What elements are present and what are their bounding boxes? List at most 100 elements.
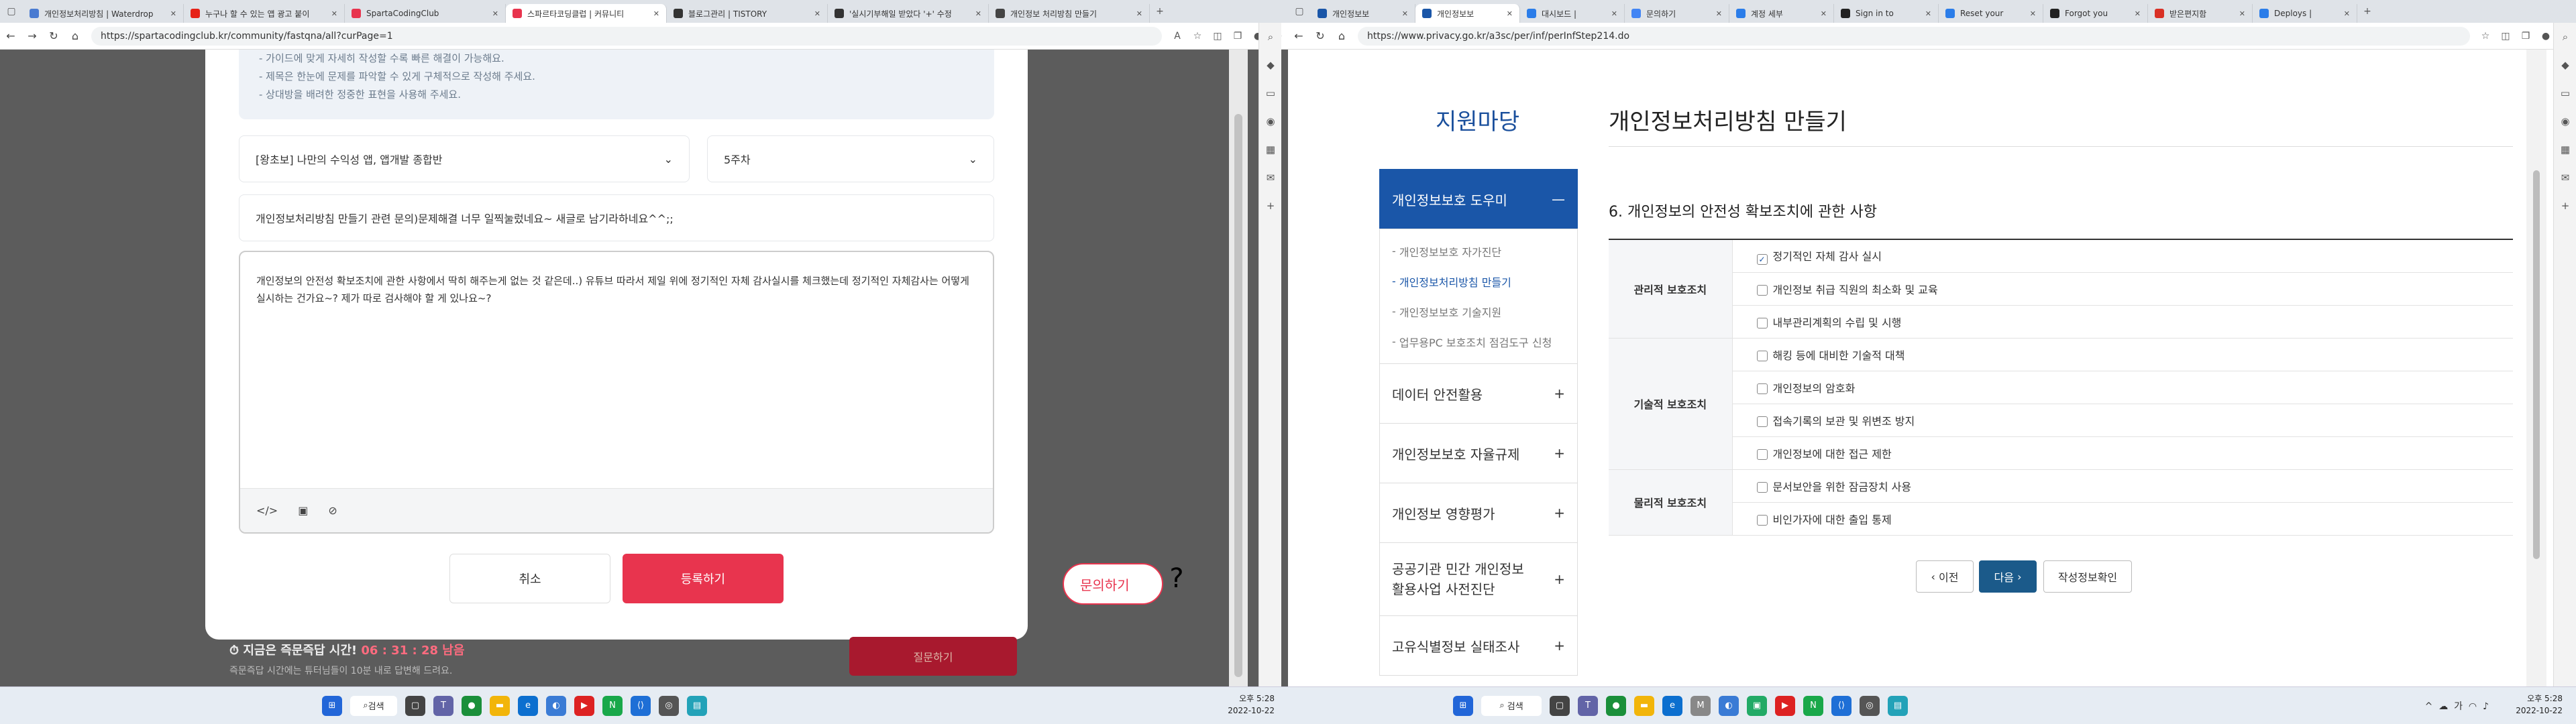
close-icon[interactable]: ✕	[2239, 9, 2245, 18]
tab[interactable]: 블로그관리 | TISTORY ✕	[667, 4, 828, 23]
store-icon[interactable]: ▣	[1747, 695, 1767, 716]
office-icon[interactable]: ▦	[2554, 135, 2576, 164]
option-cell[interactable]: 문서보안을 위한 잠금장치 사용	[1732, 469, 2513, 503]
search-box[interactable]: ⌕ 검색	[1481, 695, 1542, 716]
tab[interactable]: 누구나 할 수 있는 앱 광고 붙이 ✕	[184, 4, 345, 23]
tab[interactable]: Forgot you ✕	[2043, 4, 2148, 23]
read-aloud-icon[interactable]: A	[1167, 31, 1187, 42]
option-cell[interactable]: 개인정보 취급 직원의 최소화 및 교육	[1732, 272, 2513, 306]
outlook-icon[interactable]: ✉	[1259, 164, 1282, 192]
body-editor[interactable]: 개인정보의 안전성 확보조치에 관한 사항에서 딱히 해주는게 없는 것 같은데…	[239, 251, 994, 534]
left-scrollbar[interactable]	[1229, 50, 1248, 686]
collections-icon[interactable]: ❐	[1228, 31, 1248, 42]
notepad-icon[interactable]: ▤	[1888, 695, 1908, 716]
attach-icon[interactable]: ⊘	[328, 504, 337, 517]
option-cell[interactable]: 개인정보에 대한 접근 제한	[1732, 436, 2513, 470]
edge-icon[interactable]: e	[1662, 695, 1682, 716]
tab[interactable]: 받은편지함 ✕	[2148, 4, 2253, 23]
split-icon[interactable]: ◫	[1208, 31, 1228, 42]
games-icon[interactable]: ◉	[1259, 107, 1282, 135]
workspaces-icon[interactable]: ▢	[1288, 6, 1311, 17]
tab[interactable]: 계정 세부 ✕	[1729, 4, 1834, 23]
mail-icon[interactable]: M	[1690, 695, 1711, 716]
tab[interactable]: '실시기부해일 받았다 '+' 수정 ✕	[828, 4, 989, 23]
close-icon[interactable]: ✕	[170, 9, 176, 18]
cancel-button[interactable]: 취소	[449, 554, 610, 603]
next-button[interactable]: 다음 ›	[1979, 560, 2037, 593]
tab[interactable]: 문의하기 ✕	[1625, 4, 1729, 23]
home-icon[interactable]: ⌂	[1331, 29, 1352, 42]
teams-icon[interactable]: T	[1578, 695, 1598, 716]
tab[interactable]: 대시보드 | ✕	[1520, 4, 1625, 23]
checkbox[interactable]	[1756, 448, 1768, 460]
vscode-icon[interactable]: ⟨⟩	[631, 695, 651, 716]
close-icon[interactable]: ✕	[1716, 9, 1722, 18]
start-icon[interactable]: ⊞	[1453, 695, 1473, 716]
close-icon[interactable]: ✕	[331, 9, 337, 18]
tab[interactable]: SpartaCodingClub ✕	[345, 4, 506, 23]
close-icon[interactable]: ✕	[2344, 9, 2350, 18]
tab[interactable]: 개인정보보 ✕	[1311, 4, 1415, 23]
refresh-icon[interactable]: ↻	[1309, 29, 1331, 42]
vscode-icon[interactable]: ⟨⟩	[1831, 695, 1851, 716]
back-icon[interactable]: ←	[1288, 29, 1309, 42]
chat-icon[interactable]: ●	[1606, 695, 1626, 716]
code-icon[interactable]: </>	[256, 504, 278, 517]
ask-bg-button[interactable]: 질문하기	[849, 637, 1017, 676]
games-icon[interactable]: ◉	[2554, 107, 2576, 135]
checkbox[interactable]	[1756, 350, 1768, 361]
briefcase-icon[interactable]: ▭	[1259, 79, 1282, 107]
home-icon[interactable]: ⌂	[64, 29, 86, 42]
week-select[interactable]: 5주차 ⌄	[707, 135, 994, 182]
ask-float-button[interactable]: 문의하기	[1063, 563, 1163, 605]
lnb-item[interactable]: 개인정보 영향평가 +	[1379, 483, 1578, 543]
lnb-item[interactable]: 데이터 안전활용 +	[1379, 363, 1578, 424]
close-icon[interactable]: ✕	[492, 9, 498, 18]
favorite-icon[interactable]: ☆	[2475, 31, 2496, 42]
tab[interactable]: 개인정보 처리방침 만들기 ✕	[989, 4, 1150, 23]
tab[interactable]: 개인정보처리방침 | Waterdrop ✕	[23, 4, 184, 23]
favorite-icon[interactable]: ☆	[1187, 31, 1208, 42]
naver-icon[interactable]: N	[602, 695, 623, 716]
new-tab-icon[interactable]: +	[2357, 6, 2377, 17]
lnb-item[interactable]: 공공기관 민간 개인정보 활용사업 사전진단 +	[1379, 542, 1578, 616]
taskview-icon[interactable]: ▢	[405, 695, 425, 716]
folder-icon[interactable]: ▬	[1634, 695, 1654, 716]
checkbox[interactable]	[1756, 383, 1768, 394]
image-icon[interactable]: ▣	[298, 504, 308, 517]
add-icon[interactable]: +	[2554, 192, 2576, 220]
close-icon[interactable]: ✕	[814, 9, 820, 18]
office-icon[interactable]: ▦	[1259, 135, 1282, 164]
close-icon[interactable]: ✕	[975, 9, 981, 18]
close-icon[interactable]: ✕	[2135, 9, 2141, 18]
close-icon[interactable]: ✕	[653, 9, 659, 18]
tab[interactable]: 개인정보보 ✕	[1415, 4, 1520, 23]
prev-button[interactable]: ‹ 이전	[1916, 560, 1974, 593]
close-icon[interactable]: ✕	[1611, 9, 1617, 18]
checkbox[interactable]	[1756, 284, 1768, 296]
close-icon[interactable]: ✕	[1402, 9, 1408, 18]
title-input[interactable]: 개인정보처리방침 만들기 관련 문의)문제해결 너무 일찍눌렀네요~ 새글로 남…	[239, 194, 994, 241]
checkbox[interactable]	[1756, 481, 1768, 493]
app-icon[interactable]: ◐	[546, 695, 566, 716]
lnb-item[interactable]: 개인정보보호 자율규제 +	[1379, 423, 1578, 483]
tab[interactable]: Deploys | ✕	[2253, 4, 2357, 23]
workspaces-icon[interactable]: ▢	[0, 6, 23, 17]
option-cell[interactable]: 접속기록의 보관 및 위변조 방지	[1732, 404, 2513, 437]
lnb-item[interactable]: 고유식별정보 실태조사 +	[1379, 615, 1578, 676]
option-cell[interactable]: ✓ 정기적인 자체 감사 실시	[1732, 239, 2513, 273]
chat-icon[interactable]: ●	[462, 695, 482, 716]
lnb-sub-item[interactable]: - 개인정보보호 자가진단	[1380, 236, 1577, 266]
back-icon[interactable]: ←	[0, 29, 21, 42]
confirm-button[interactable]: 작성정보확인	[2043, 560, 2132, 593]
split-icon[interactable]: ◫	[2496, 31, 2516, 42]
close-icon[interactable]: ✕	[2030, 9, 2036, 18]
lnb-item-helper[interactable]: 개인정보보호 도우미 —	[1379, 169, 1578, 229]
collections-icon[interactable]: ❐	[2516, 31, 2536, 42]
new-tab-icon[interactable]: +	[1150, 6, 1170, 17]
tag-icon[interactable]: ◆	[2554, 51, 2576, 79]
outlook-icon[interactable]: ✉	[2554, 164, 2576, 192]
github-icon[interactable]: ◎	[1860, 695, 1880, 716]
search-icon[interactable]: ⌕	[2554, 23, 2576, 51]
right-scrollbar[interactable]	[2526, 50, 2546, 686]
